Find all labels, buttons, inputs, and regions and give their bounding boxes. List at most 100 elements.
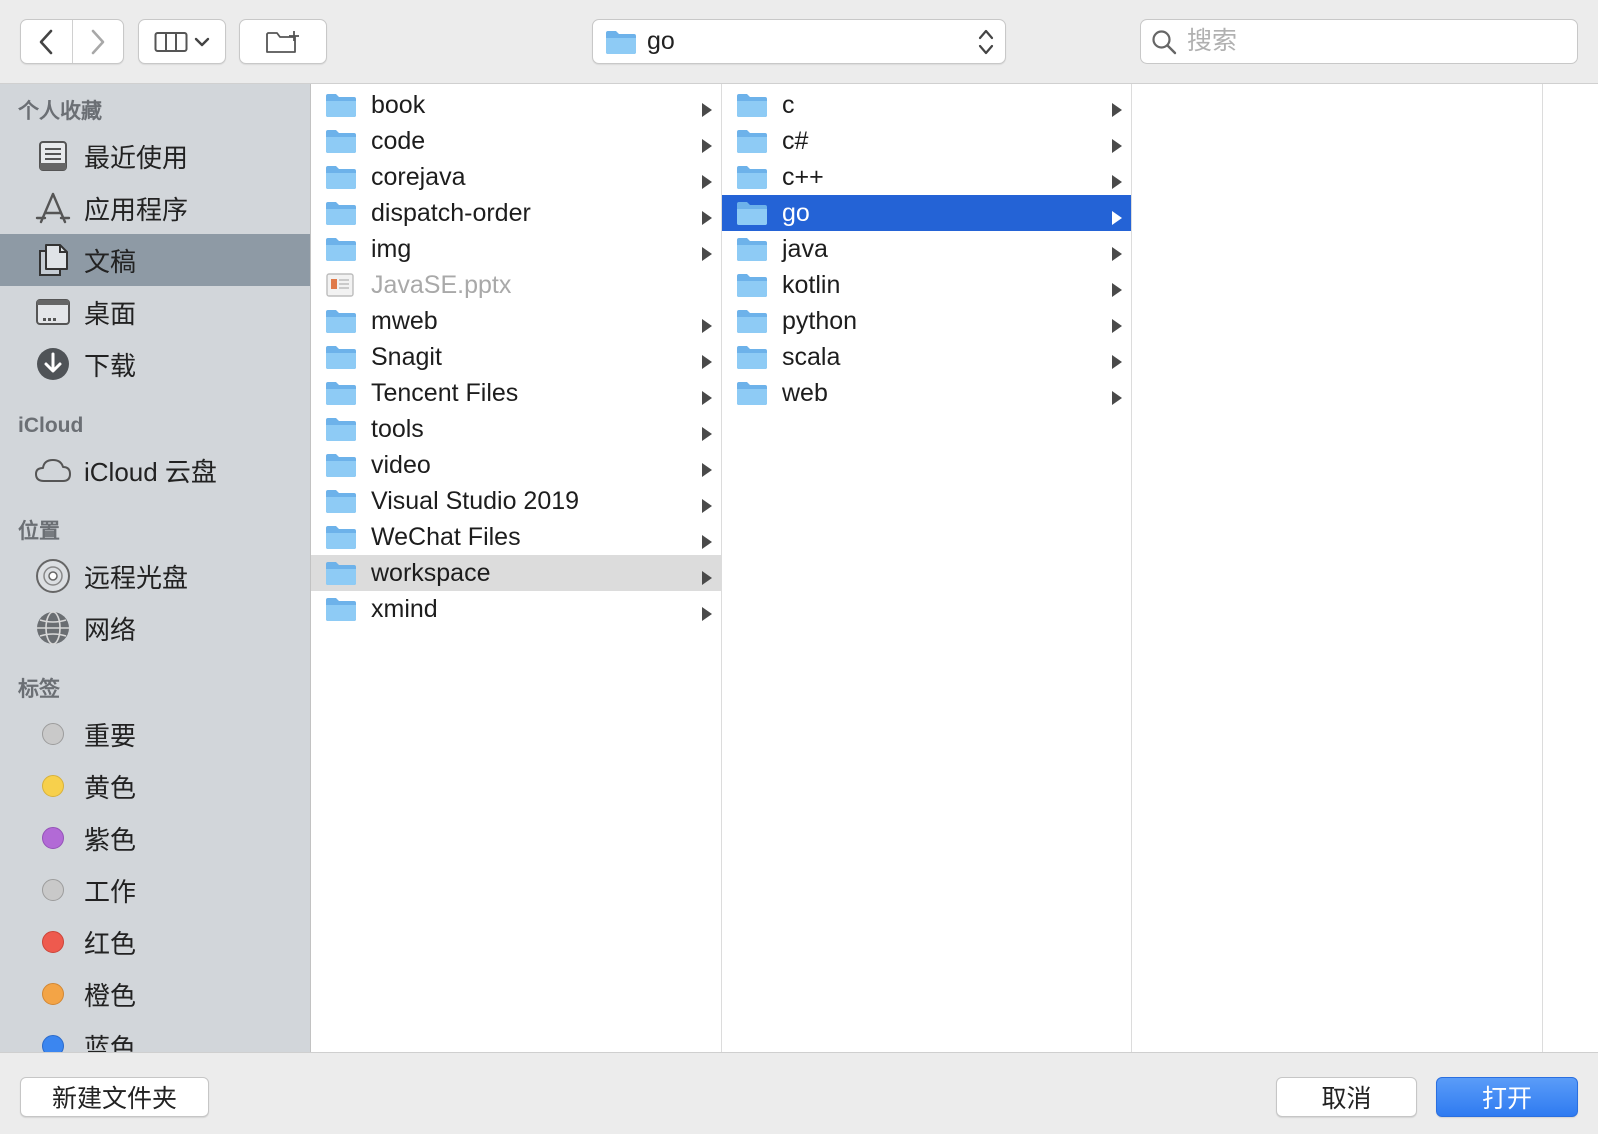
sidebar-item-label: 文稿	[84, 246, 137, 277]
disclosure-arrow	[1111, 96, 1123, 125]
disclosure-arrow	[701, 240, 713, 269]
network-icon	[34, 609, 72, 647]
forward-button[interactable]	[73, 20, 124, 63]
sidebar-item-recents[interactable]: 最近使用	[0, 130, 310, 182]
folder-icon-wrapper	[736, 128, 768, 154]
sidebar-item-documents[interactable]: 文稿	[0, 234, 310, 286]
folder-row[interactable]: code	[311, 123, 721, 159]
folder-icon	[326, 166, 356, 189]
new-folder-toolbar-button[interactable]	[239, 19, 327, 64]
disclosure-arrow	[701, 600, 713, 629]
disclosure-triangle-icon	[702, 319, 712, 333]
disclosure-triangle-icon	[702, 391, 712, 405]
sidebar-tag-purple[interactable]: 紫色	[0, 812, 310, 864]
folder-icon	[737, 94, 767, 117]
folder-row[interactable]: scala	[722, 339, 1131, 375]
folder-row[interactable]: c++	[722, 159, 1131, 195]
path-popup-button[interactable]: go	[592, 19, 1006, 64]
folder-row[interactable]: c#	[722, 123, 1131, 159]
sidebar-tag-work[interactable]: 工作	[0, 864, 310, 916]
sidebar-item-applications[interactable]: 应用程序	[0, 182, 310, 234]
folder-icon-wrapper	[325, 524, 357, 550]
folder-icon-wrapper	[736, 200, 768, 226]
disclosure-arrow	[1111, 240, 1123, 269]
search-field	[1140, 19, 1578, 64]
browser-column-2[interactable]: c c# c++ go java kotlin python scala web	[722, 84, 1132, 1052]
disclosure-arrow	[701, 312, 713, 341]
sidebar-item-label: 下载	[84, 350, 137, 381]
sidebar-item-label: 网络	[84, 614, 137, 645]
sidebar-tag-important[interactable]: 重要	[0, 708, 310, 760]
disclosure-arrow	[701, 384, 713, 413]
browser-column-3[interactable]	[1132, 84, 1543, 1052]
folder-row[interactable]: java	[722, 231, 1131, 267]
new-folder-button[interactable]: 新建文件夹	[20, 1077, 209, 1117]
folder-icon-wrapper	[736, 236, 768, 262]
folder-row[interactable]: Tencent Files	[311, 375, 721, 411]
sidebar-item-label: 紫色	[84, 824, 137, 855]
search-input[interactable]	[1185, 26, 1549, 57]
sidebar-item-downloads[interactable]: 下载	[0, 338, 310, 390]
folder-row[interactable]: c	[722, 87, 1131, 123]
sidebar-item-label: iCloud 云盘	[84, 456, 217, 487]
folder-icon-wrapper	[736, 344, 768, 370]
sidebar-tag-blue[interactable]: 蓝色	[0, 1020, 310, 1052]
folder-icon-wrapper	[325, 92, 357, 118]
sidebar-item-remote-disc[interactable]: 远程光盘	[0, 550, 310, 602]
browser-column-1[interactable]: book code corejava dispatch-order img JavaSE.…	[311, 84, 722, 1052]
folder-icon	[737, 130, 767, 153]
folder-row[interactable]: go	[722, 195, 1131, 231]
folder-row[interactable]: Snagit	[311, 339, 721, 375]
folder-icon	[737, 346, 767, 369]
cancel-button[interactable]: 取消	[1276, 1077, 1417, 1117]
folder-row[interactable]: python	[722, 303, 1131, 339]
folder-icon	[737, 310, 767, 333]
folder-icon-wrapper	[325, 308, 357, 334]
folder-row[interactable]: img	[311, 231, 721, 267]
disclosure-triangle-icon	[702, 427, 712, 441]
sidebar-item-label: 工作	[84, 876, 137, 907]
file-row[interactable]: JavaSE.pptx	[311, 267, 721, 303]
back-button[interactable]	[21, 20, 73, 63]
browser-column-4[interactable]	[1543, 84, 1598, 1052]
item-name: go	[782, 198, 810, 227]
folder-row[interactable]: book	[311, 87, 721, 123]
folder-row[interactable]: tools	[311, 411, 721, 447]
disclosure-arrow	[1111, 348, 1123, 377]
view-mode-button[interactable]	[138, 19, 226, 64]
tag-orange-icon	[42, 983, 64, 1005]
folder-row[interactable]: workspace	[311, 555, 721, 591]
item-name: video	[371, 450, 431, 479]
sidebar-item-icloud-drive[interactable]: iCloud 云盘	[0, 444, 310, 496]
sidebar-item-label: 红色	[84, 928, 137, 959]
folder-row[interactable]: xmind	[311, 591, 721, 627]
sidebar-item-desktop[interactable]: 桌面	[0, 286, 310, 338]
folder-row[interactable]: video	[311, 447, 721, 483]
folder-row[interactable]: web	[722, 375, 1131, 411]
folder-icon	[737, 274, 767, 297]
disclosure-arrow	[1111, 168, 1123, 197]
folder-row[interactable]: Visual Studio 2019	[311, 483, 721, 519]
search-icon	[1152, 29, 1177, 54]
folder-row[interactable]: WeChat Files	[311, 519, 721, 555]
sidebar-tag-yellow[interactable]: 黄色	[0, 760, 310, 812]
downloads-icon	[34, 345, 72, 383]
open-button[interactable]: 打开	[1436, 1077, 1578, 1117]
folder-row[interactable]: corejava	[311, 159, 721, 195]
folder-row[interactable]: mweb	[311, 303, 721, 339]
sidebar-item-label: 黄色	[84, 772, 137, 803]
item-name: mweb	[371, 306, 438, 335]
sidebar-tag-orange[interactable]: 橙色	[0, 968, 310, 1020]
folder-row[interactable]: kotlin	[722, 267, 1131, 303]
disclosure-triangle-icon	[702, 571, 712, 585]
disclosure-triangle-icon	[1112, 283, 1122, 297]
folder-row[interactable]: dispatch-order	[311, 195, 721, 231]
sidebar-header-favorites: 个人收藏	[18, 100, 102, 123]
sidebar-item-network[interactable]: 网络	[0, 602, 310, 654]
tag-gray-icon	[42, 879, 64, 901]
item-name: web	[782, 378, 828, 407]
sidebar-tag-red[interactable]: 红色	[0, 916, 310, 968]
tag-yellow-icon	[42, 775, 64, 797]
sidebar-item-label: 应用程序	[84, 194, 189, 225]
item-name: scala	[782, 342, 841, 371]
